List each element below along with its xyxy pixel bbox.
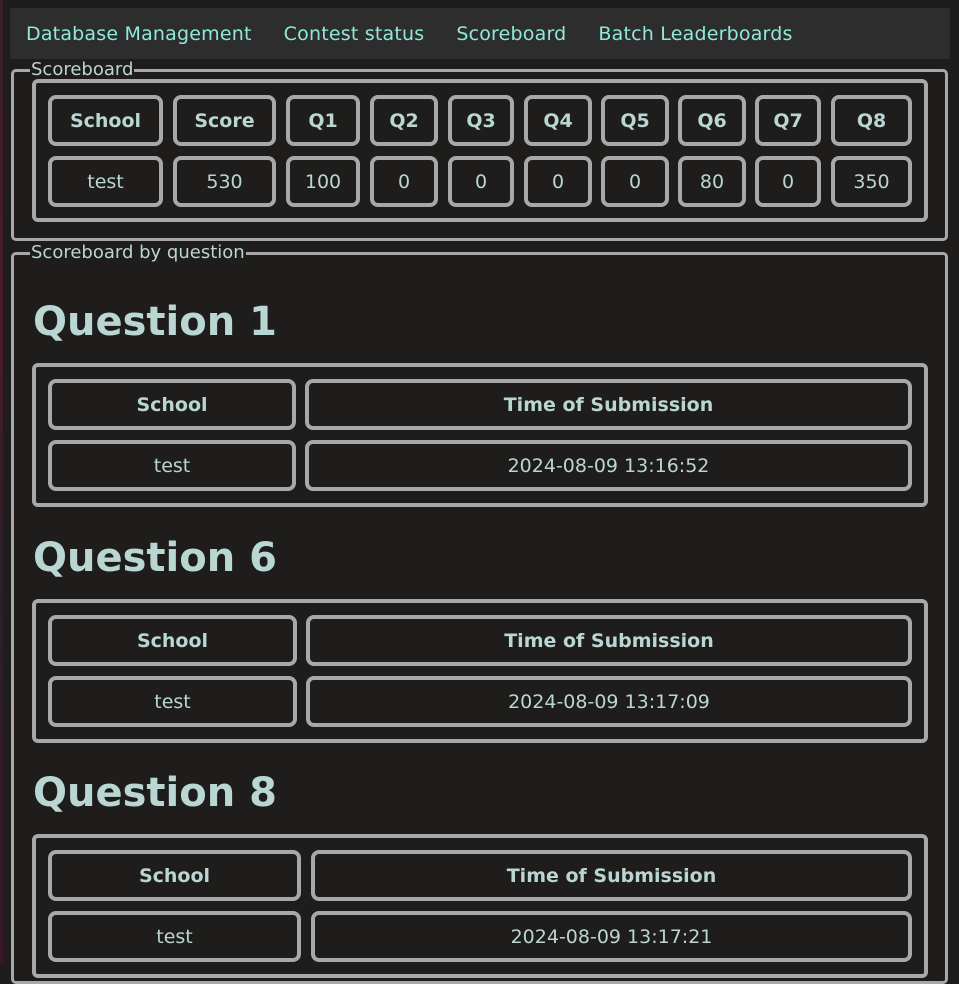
- question-header-time: Time of Submission: [306, 615, 912, 666]
- scoreboard-cell-school: test: [48, 156, 163, 207]
- scoreboard-header-q4: Q4: [524, 95, 592, 146]
- scoreboard-header-q2: Q2: [370, 95, 438, 146]
- scoreboard-header-q5: Q5: [601, 95, 669, 146]
- scoreboard-header-school: School: [48, 95, 163, 146]
- question-cell-time: 2024-08-09 13:17:09: [306, 676, 912, 727]
- scoreboard-header-q1: Q1: [286, 95, 360, 146]
- scoreboard-cell-q3: 0: [448, 156, 514, 207]
- scoreboard-cell-score: 530: [173, 156, 276, 207]
- scoreboard-header-q7: Q7: [755, 95, 821, 146]
- question-cell-school: test: [48, 911, 301, 962]
- window-edge: [0, 0, 3, 964]
- scoreboard-cell-q1: 100: [286, 156, 360, 207]
- scoreboard-header-q6: Q6: [678, 95, 746, 146]
- nav-link-scoreboard[interactable]: Scoreboard: [456, 23, 566, 45]
- scoreboard-cell-q6: 80: [678, 156, 746, 207]
- question-title: Question 6: [33, 535, 277, 581]
- scoreboard-cell-q7: 0: [755, 156, 821, 207]
- nav-link-database-management[interactable]: Database Management: [26, 23, 252, 45]
- question-header-school: School: [48, 850, 301, 901]
- top-navbar: Database Management Contest status Score…: [10, 8, 950, 59]
- question-header-school: School: [48, 379, 296, 430]
- question-cell-time: 2024-08-09 13:16:52: [305, 440, 912, 491]
- scoreboard-header-q3: Q3: [448, 95, 514, 146]
- question-header-school: School: [48, 615, 297, 666]
- question-cell-time: 2024-08-09 13:17:21: [311, 911, 912, 962]
- scoreboard-by-question-legend: Scoreboard by question: [31, 242, 245, 263]
- nav-link-batch-leaderboards[interactable]: Batch Leaderboards: [598, 23, 792, 45]
- question-cell-school: test: [48, 676, 297, 727]
- scoreboard-cell-q8: 350: [831, 156, 912, 207]
- question-header-time: Time of Submission: [311, 850, 912, 901]
- question-header-time: Time of Submission: [305, 379, 912, 430]
- nav-link-contest-status[interactable]: Contest status: [284, 23, 425, 45]
- question-title: Question 8: [33, 770, 277, 816]
- question-cell-school: test: [48, 440, 296, 491]
- scoreboard-header-q8: Q8: [831, 95, 912, 146]
- scoreboard-cell-q5: 0: [601, 156, 669, 207]
- scoreboard-cell-q4: 0: [524, 156, 592, 207]
- scoreboard-legend: Scoreboard: [31, 59, 134, 80]
- question-title: Question 1: [33, 299, 277, 345]
- scoreboard-header-score: Score: [173, 95, 276, 146]
- scoreboard-cell-q2: 0: [370, 156, 438, 207]
